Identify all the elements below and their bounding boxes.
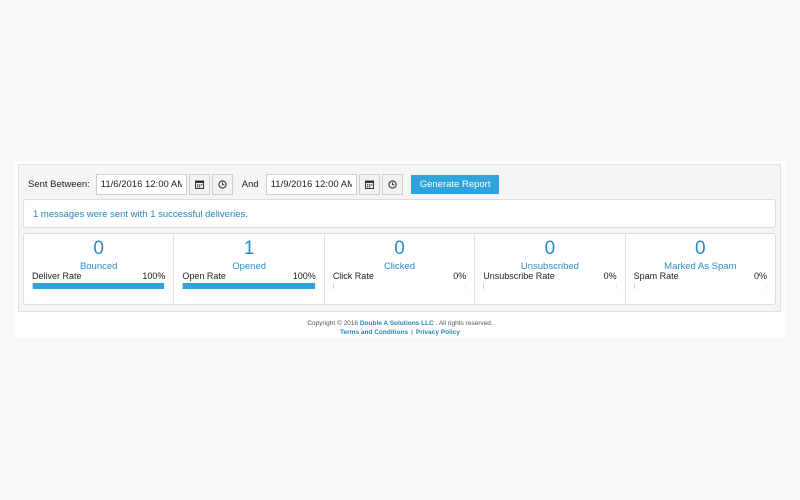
summary-message-box: 1 messages were sent with 1 successful d…	[23, 199, 776, 228]
rate-label: Open Rate	[182, 271, 226, 281]
end-calendar-button[interactable]	[358, 173, 380, 195]
start-calendar-button[interactable]	[188, 173, 210, 195]
report-panel: Sent Between: And	[18, 164, 781, 312]
generate-report-button[interactable]: Generate Report	[410, 174, 500, 194]
company-name: Double A Solutions LLC	[359, 320, 434, 327]
rate-label: Deliver Rate	[32, 271, 82, 281]
rate-progress-bar	[633, 283, 768, 289]
footer-links: Terms and Conditions | Privacy Policy	[0, 328, 800, 337]
date-filter-row: Sent Between: And	[28, 173, 500, 195]
rate-row: Open Rate 100%	[182, 271, 315, 281]
calendar-icon	[194, 180, 204, 189]
clock-icon	[218, 179, 227, 189]
privacy-link[interactable]: Privacy Policy	[416, 329, 460, 336]
rate-row: Click Rate 0%	[333, 271, 466, 281]
rate-row: Spam Rate 0%	[634, 271, 767, 281]
stat-unsubscribed: 0 Unsubscribed Unsubscribe Rate 0%	[474, 234, 624, 304]
clock-icon	[388, 179, 397, 189]
sent-between-label: Sent Between:	[28, 178, 90, 190]
stat-clicked: 0 Clicked Click Rate 0%	[323, 234, 474, 304]
rate-value: 0%	[453, 271, 467, 281]
summary-message: 1 messages were sent with 1 successful d…	[33, 209, 248, 220]
rate-label: Spam Rate	[633, 271, 679, 281]
rate-value: 0%	[754, 271, 768, 281]
stat-marked-as-spam: 0 Marked As Spam Spam Rate 0%	[624, 234, 775, 304]
rate-label: Unsubscribe Rate	[483, 271, 555, 281]
rate-progress-bar	[332, 283, 467, 289]
stat-count: 0	[394, 238, 405, 259]
footer-separator: |	[411, 329, 413, 336]
start-time-button[interactable]	[211, 173, 233, 195]
copyright-line: Copyright © 2016 Double A Solutions LLC …	[0, 319, 800, 328]
rate-label: Click Rate	[332, 271, 374, 281]
rate-row: Deliver Rate 100%	[32, 271, 165, 281]
copyright-prefix: Copyright © 2016	[307, 320, 359, 327]
stat-opened: 1 Opened Open Rate 100%	[173, 234, 323, 304]
stat-count: 0	[93, 238, 104, 259]
rate-progress-bar	[483, 283, 617, 289]
rate-progress-bar	[182, 283, 316, 289]
rate-progress-bar	[32, 283, 166, 289]
calendar-icon	[364, 180, 374, 189]
and-label: And	[241, 178, 259, 190]
rate-value: 100%	[142, 271, 166, 281]
end-date-input[interactable]	[265, 173, 357, 195]
copyright-suffix: . All rights reserved.	[435, 320, 493, 327]
stat-count: 0	[544, 238, 556, 259]
stat-count: 0	[695, 238, 706, 259]
stat-count: 1	[243, 238, 255, 259]
stat-bounced: 0 Bounced Deliver Rate 100%	[24, 234, 173, 304]
end-time-button[interactable]	[381, 173, 403, 195]
rate-row: Unsubscribe Rate 0%	[483, 271, 616, 281]
rate-progress-fill	[183, 283, 315, 289]
rate-progress-fill	[33, 283, 165, 289]
start-date-input[interactable]	[95, 173, 187, 195]
terms-link[interactable]: Terms and Conditions	[340, 329, 408, 336]
page: Sent Between: And	[0, 0, 800, 500]
rate-value: 100%	[292, 271, 316, 281]
stats-box: 0 Bounced Deliver Rate 100% 1 Opened Ope…	[23, 233, 776, 305]
footer: Copyright © 2016 Double A Solutions LLC …	[0, 319, 800, 337]
rate-value: 0%	[603, 271, 617, 281]
